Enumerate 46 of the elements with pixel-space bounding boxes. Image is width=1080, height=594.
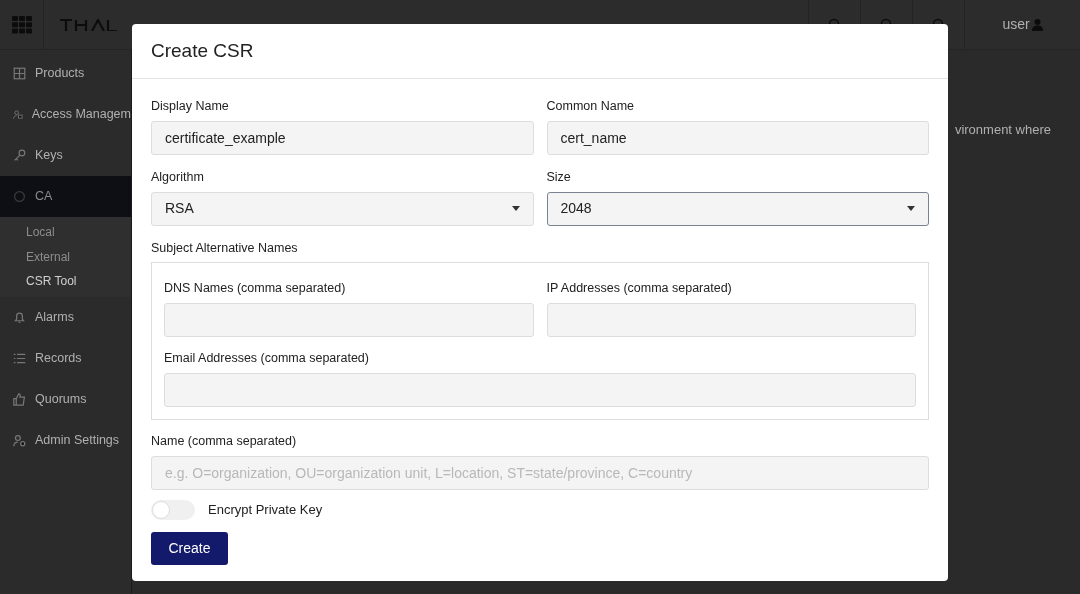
caret-icon xyxy=(907,206,915,211)
caret-icon xyxy=(511,206,520,211)
select-dropdown[interactable]: 2048 xyxy=(546,191,929,226)
user-lock-icon xyxy=(13,108,23,121)
circle-icon xyxy=(13,190,26,203)
thumbs-up-icon xyxy=(13,392,26,406)
input-field[interactable] xyxy=(546,303,916,337)
submenu-item[interactable]: Local xyxy=(0,220,131,245)
page-text: vironment where xyxy=(954,121,1051,139)
toggle-switch[interactable] xyxy=(151,499,195,520)
key-icon xyxy=(13,149,26,162)
section-label: Subject Alternative Names xyxy=(151,239,299,257)
sidebar-item[interactable]: CA xyxy=(0,176,131,217)
sidebar-item[interactable]: Admin Settings xyxy=(0,419,131,461)
input-field[interactable] xyxy=(164,303,534,337)
user-gear-icon xyxy=(13,433,26,447)
list-icon xyxy=(13,351,26,365)
field-label: Name (comma separated) xyxy=(151,432,298,450)
grid-icon xyxy=(13,67,26,80)
user-icon xyxy=(1031,18,1043,31)
field-label: Email Addresses (comma separated) xyxy=(164,350,370,367)
sidebar-item[interactable]: Records xyxy=(0,337,131,379)
sidebar-item[interactable]: Products xyxy=(0,53,131,94)
input-field[interactable]: cert_name xyxy=(546,120,929,155)
field-label: DNS Names (comma separated) xyxy=(164,280,347,298)
user-name[interactable]: user xyxy=(1002,14,1030,35)
input-field[interactable] xyxy=(164,372,916,407)
field-label: Common Name xyxy=(546,98,636,115)
bell-icon xyxy=(13,310,26,324)
sidebar-item[interactable]: Access Managem xyxy=(0,94,131,135)
dialog-title: Create CSR xyxy=(151,38,254,63)
submenu-item[interactable]: CSR Tool xyxy=(0,269,131,294)
input-field[interactable]: e.g. O=organization, OU=organization unit, L=location, ST=state/province, C=country xyxy=(151,455,929,490)
field-label: Size xyxy=(546,168,572,186)
input-field[interactable]: certificate_example xyxy=(151,120,534,155)
submenu-item[interactable]: External xyxy=(0,244,131,269)
sidebar-item[interactable]: Quorums xyxy=(0,378,131,420)
sidebar-item[interactable]: Keys xyxy=(0,135,131,176)
create-button[interactable]: Create xyxy=(151,531,228,565)
sidebar-item[interactable]: Alarms xyxy=(0,296,131,338)
field-label: Display Name xyxy=(151,98,230,115)
toggle-label: Encrypt Private Key xyxy=(208,500,323,519)
app-grid-icon[interactable] xyxy=(11,15,32,34)
field-label: IP Addresses (comma separated) xyxy=(546,280,733,298)
select-dropdown[interactable]: RSA xyxy=(151,191,534,226)
field-label: Algorithm xyxy=(151,168,205,186)
